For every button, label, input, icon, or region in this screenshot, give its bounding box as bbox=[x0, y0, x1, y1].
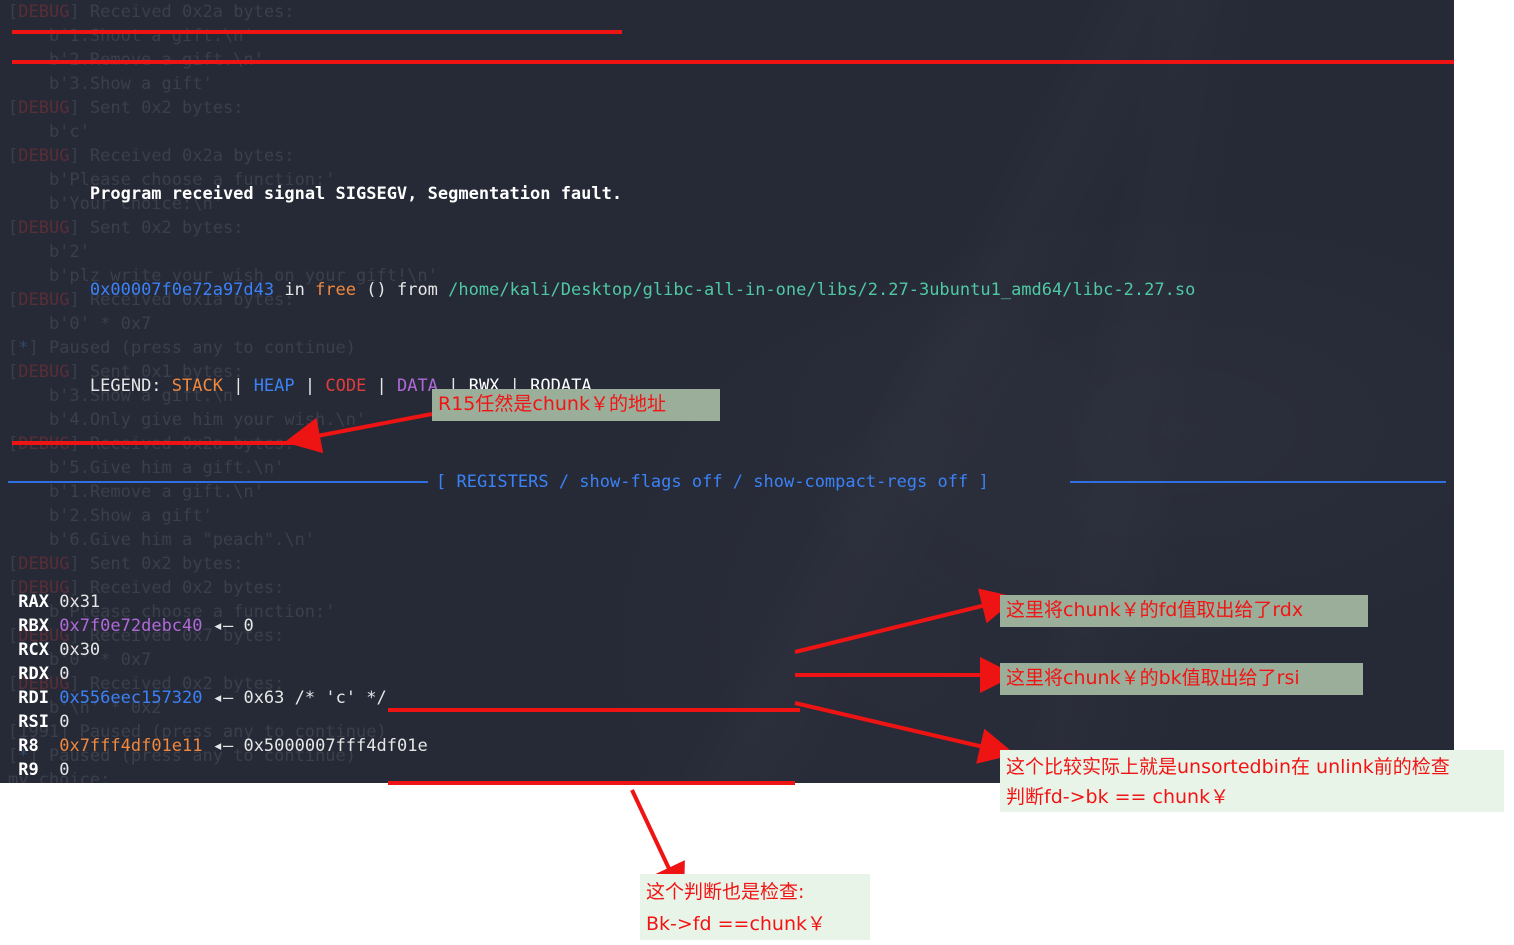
legend-label: LEGEND: bbox=[89, 376, 172, 396]
legend-rodata: RODATA bbox=[530, 376, 592, 396]
register-chain: ◂— 0x5000007fff4df01e bbox=[202, 736, 428, 756]
register-row: R8 0x7fff4df01e11 ◂— 0x5000007fff4df01e bbox=[8, 734, 1446, 758]
legend-sep-3: | bbox=[366, 376, 398, 396]
registers-banner-text: [ REGISTERS / show-flags off / show-comp… bbox=[436, 472, 989, 492]
legend-sep-1: | bbox=[222, 376, 254, 396]
register-name: RDX bbox=[18, 664, 49, 684]
register-name: R9 bbox=[18, 760, 39, 780]
annotation-bottom-line1: 这个判断也是检查: bbox=[646, 881, 805, 903]
arrow-bottom-note bbox=[630, 789, 685, 901]
legend-sep-2: | bbox=[294, 376, 326, 396]
register-chain: ◂— 0x63 /* 'c' */ bbox=[202, 688, 387, 708]
register-row: RCX 0x30 bbox=[8, 638, 1446, 662]
terminal-window[interactable]: [DEBUG] Received 0x2a bytes: b'1.Shoot a… bbox=[0, 0, 1454, 783]
terminal-output: Program received signal SIGSEGV, Segment… bbox=[0, 0, 1454, 783]
register-name: RAX bbox=[18, 592, 49, 612]
register-value: 0x30 bbox=[59, 640, 101, 660]
legend-sep-5: | bbox=[499, 376, 531, 396]
legend-line: LEGEND: STACK | HEAP | CODE | DATA | RWX… bbox=[8, 350, 1446, 396]
crash-library-path: /home/kali/Desktop/glibc-all-in-one/libs… bbox=[448, 280, 1196, 300]
register-row: RDI 0x556eec157320 ◂— 0x63 /* 'c' */ bbox=[8, 686, 1446, 710]
crash-in-word: in bbox=[274, 280, 316, 300]
register-value: 0x7f0e72debc40 bbox=[59, 616, 203, 636]
legend-data: DATA bbox=[397, 376, 438, 396]
register-name: R8 bbox=[18, 736, 39, 756]
register-row: RDX 0 bbox=[8, 662, 1446, 686]
register-chain: ◂— 0 bbox=[202, 616, 254, 636]
crash-header-text: Program received signal SIGSEGV, Segment… bbox=[89, 184, 623, 204]
legend-rwx: RWX bbox=[468, 376, 500, 396]
register-name: RBX bbox=[18, 616, 49, 636]
screenshot-root: [DEBUG] Received 0x2a bytes: b'1.Shoot a… bbox=[0, 0, 1514, 945]
legend-code: CODE bbox=[325, 376, 367, 396]
register-name: RSI bbox=[18, 712, 49, 732]
register-row: RAX 0x31 bbox=[8, 590, 1446, 614]
register-row: RBX 0x7f0e72debc40 ◂— 0 bbox=[8, 614, 1446, 638]
register-value: 0x7fff4df01e11 bbox=[59, 736, 203, 756]
register-value: 0 bbox=[59, 760, 70, 780]
register-row: R10 0x7f0e72b9ecc0 ◂— add al, byte ptr [… bbox=[8, 782, 1446, 783]
banner-rule-right bbox=[1070, 481, 1446, 483]
register-row: R9 0 bbox=[8, 758, 1446, 782]
crash-header-line: Program received signal SIGSEGV, Segment… bbox=[8, 158, 1446, 204]
register-name: RDI bbox=[18, 688, 49, 708]
registers-block: RAX 0x31 RBX 0x7f0e72debc40 ◂— 0 RCX 0x3… bbox=[8, 590, 1446, 783]
crash-function: free bbox=[315, 280, 357, 300]
register-row: RSI 0 bbox=[8, 710, 1446, 734]
register-value: 0x556eec157320 bbox=[59, 688, 203, 708]
register-value: 0 bbox=[59, 664, 70, 684]
crash-from-word: () from bbox=[356, 280, 449, 300]
legend-heap: HEAP bbox=[253, 376, 295, 396]
legend-stack: STACK bbox=[171, 376, 223, 396]
annotation-bottom-check: 这个判断也是检查: Bk->fd ==chunk￥ bbox=[640, 874, 870, 940]
legend-sep-4: | bbox=[437, 376, 469, 396]
banner-rule-left bbox=[8, 481, 428, 483]
annotation-unlink-line2: 判断fd->bk == chunk￥ bbox=[1006, 786, 1230, 808]
crash-address: 0x00007f0e72a97d43 bbox=[89, 280, 275, 300]
register-value: 0x31 bbox=[59, 592, 101, 612]
registers-banner-line: [ REGISTERS / show-flags off / show-comp… bbox=[8, 470, 1446, 494]
crash-location-line: 0x00007f0e72a97d43 in free () from /home… bbox=[8, 254, 1446, 300]
register-name: RCX bbox=[18, 640, 49, 660]
register-value: 0 bbox=[59, 712, 70, 732]
annotation-bottom-line2: Bk->fd ==chunk￥ bbox=[646, 913, 827, 935]
